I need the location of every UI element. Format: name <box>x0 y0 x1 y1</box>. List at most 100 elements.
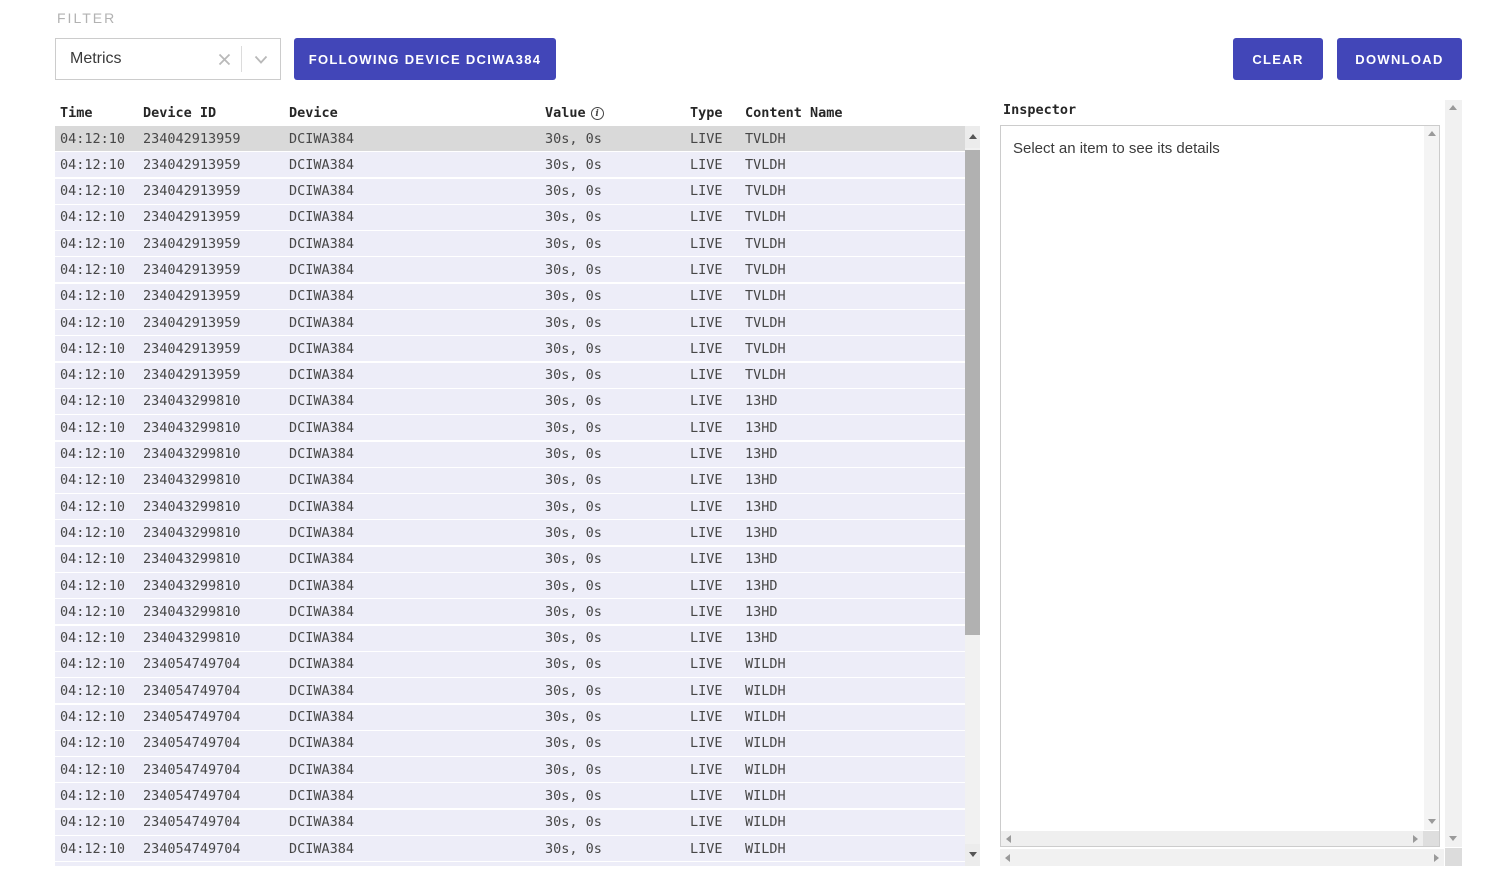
cell-device-id: 234042913959 <box>143 183 289 199</box>
cell-device-id: 234043299810 <box>143 630 289 646</box>
table-row[interactable]: 04:12:10234054749704DCIWA38430s, 0sLIVEW… <box>55 731 965 756</box>
table-body: 04:12:10234042913959DCIWA38430s, 0sLIVET… <box>55 126 965 866</box>
scroll-down-button[interactable] <box>1445 831 1460 847</box>
table-row[interactable]: 04:12:10234043299810DCIWA38430s, 0sLIVE1… <box>55 520 965 545</box>
cell-device-id: 234043299810 <box>143 525 289 541</box>
scroll-left-button[interactable] <box>1001 831 1017 846</box>
table-row[interactable]: 04:12:10234042913959DCIWA38430s, 0sLIVET… <box>55 284 965 309</box>
cell-device-id: 234043299810 <box>143 499 289 515</box>
scroll-down-button[interactable] <box>965 844 980 866</box>
scrollbar-thumb[interactable] <box>965 150 980 635</box>
following-device-button[interactable]: FOLLOWING DEVICE DCIWA384 <box>294 38 556 80</box>
cell-time: 04:12:10 <box>60 788 143 804</box>
table-row[interactable]: 04:12:10234042913959DCIWA38430s, 0sLIVET… <box>55 152 965 177</box>
table-row[interactable]: 04:12:10234042913959DCIWA38430s, 0sLIVET… <box>55 126 965 151</box>
table-row[interactable]: 04:12:10234054749704DCIWA38430s, 0sLIVEW… <box>55 757 965 782</box>
cell-device-id: 234054749704 <box>143 709 289 725</box>
cell-time: 04:12:10 <box>60 525 143 541</box>
inspector-horizontal-scrollbar[interactable] <box>1001 831 1423 846</box>
table-row[interactable]: 04:12:10234043299810DCIWA38430s, 0sLIVE1… <box>55 468 965 493</box>
cell-device: DCIWA384 <box>289 499 545 515</box>
table-row[interactable]: 04:12:10234054749704DCIWA38430s, 0sLIVEW… <box>55 678 965 703</box>
scroll-up-button[interactable] <box>1445 100 1460 116</box>
cell-value: 30s, 0s <box>545 656 690 672</box>
cell-device-id: 234043299810 <box>143 551 289 567</box>
scroll-right-button[interactable] <box>1428 849 1444 864</box>
cell-time: 04:12:10 <box>60 735 143 751</box>
cell-value: 30s, 0s <box>545 762 690 778</box>
cell-device: DCIWA384 <box>289 341 545 357</box>
cell-type: LIVE <box>690 315 745 331</box>
table-row[interactable]: 04:12:10234042913959DCIWA38430s, 0sLIVET… <box>55 363 965 388</box>
cell-value: 30s, 0s <box>545 183 690 199</box>
table-row[interactable]: 04:12:10234043299810DCIWA38430s, 0sLIVE1… <box>55 494 965 519</box>
cell-time: 04:12:10 <box>60 656 143 672</box>
table-row[interactable]: 04:12:10234043299810DCIWA38430s, 0sLIVE1… <box>55 415 965 440</box>
inspector-vertical-scrollbar[interactable] <box>1424 126 1439 830</box>
info-icon[interactable]: i <box>591 107 604 120</box>
cell-content-name: WILDH <box>745 841 965 857</box>
cell-content-name: 13HD <box>745 420 965 436</box>
cell-device-id: 234054749704 <box>143 788 289 804</box>
table-row[interactable]: 04:12:10234042913959DCIWA38430s, 0sLIVET… <box>55 310 965 335</box>
table-row[interactable]: 04:12:10234042913959DCIWA38430s, 0sLIVET… <box>55 336 965 361</box>
clear-button[interactable]: CLEAR <box>1233 38 1323 80</box>
cell-value: 30s, 0s <box>545 551 690 567</box>
cell-device-id: 234042913959 <box>143 288 289 304</box>
cell-type: LIVE <box>690 367 745 383</box>
table-row[interactable]: 04:12:10234054749704DCIWA38430s, 0sLIVEW… <box>55 862 965 866</box>
table-row[interactable]: 04:12:10234054749704DCIWA38430s, 0sLIVEW… <box>55 836 965 861</box>
cell-time: 04:12:10 <box>60 472 143 488</box>
cell-time: 04:12:10 <box>60 420 143 436</box>
page-vertical-scrollbar[interactable] <box>1445 100 1462 847</box>
table-row[interactable]: 04:12:10234054749704DCIWA38430s, 0sLIVEW… <box>55 652 965 677</box>
table-row[interactable]: 04:12:10234054749704DCIWA38430s, 0sLIVEW… <box>55 705 965 730</box>
cell-content-name: TVLDH <box>745 262 965 278</box>
metrics-select[interactable]: Metrics <box>55 38 281 80</box>
table-row[interactable]: 04:12:10234043299810DCIWA38430s, 0sLIVE1… <box>55 547 965 572</box>
clear-selection-icon[interactable] <box>207 53 241 66</box>
table-row[interactable]: 04:12:10234042913959DCIWA38430s, 0sLIVET… <box>55 231 965 256</box>
table-row[interactable]: 04:12:10234054749704DCIWA38430s, 0sLIVEW… <box>55 810 965 835</box>
cell-type: LIVE <box>690 341 745 357</box>
table-row[interactable]: 04:12:10234043299810DCIWA38430s, 0sLIVE1… <box>55 626 965 651</box>
cell-time: 04:12:10 <box>60 288 143 304</box>
cell-device: DCIWA384 <box>289 315 545 331</box>
cell-value: 30s, 0s <box>545 788 690 804</box>
inspector-panel: Select an item to see its details <box>1000 125 1440 847</box>
cell-type: LIVE <box>690 393 745 409</box>
cell-type: LIVE <box>690 683 745 699</box>
column-header-type: Type <box>690 105 745 121</box>
download-button[interactable]: DOWNLOAD <box>1337 38 1462 80</box>
cell-content-name: TVLDH <box>745 288 965 304</box>
scroll-down-button[interactable] <box>1424 814 1439 830</box>
cell-device-id: 234042913959 <box>143 209 289 225</box>
table-vertical-scrollbar[interactable] <box>965 126 980 866</box>
table-row[interactable]: 04:12:10234043299810DCIWA38430s, 0sLIVE1… <box>55 573 965 598</box>
table-row[interactable]: 04:12:10234042913959DCIWA38430s, 0sLIVET… <box>55 257 965 282</box>
chevron-down-icon[interactable] <box>242 55 280 64</box>
scroll-up-button[interactable] <box>1424 126 1439 142</box>
cell-value: 30s, 0s <box>545 525 690 541</box>
cell-value: 30s, 0s <box>545 472 690 488</box>
table-row[interactable]: 04:12:10234042913959DCIWA38430s, 0sLIVET… <box>55 205 965 230</box>
cell-device: DCIWA384 <box>289 578 545 594</box>
page-horizontal-scrollbar[interactable] <box>1000 849 1444 866</box>
scroll-up-button[interactable] <box>965 126 980 148</box>
cell-type: LIVE <box>690 236 745 252</box>
cell-content-name: WILDH <box>745 656 965 672</box>
table-row[interactable]: 04:12:10234042913959DCIWA38430s, 0sLIVET… <box>55 179 965 204</box>
cell-value: 30s, 0s <box>545 683 690 699</box>
cell-value: 30s, 0s <box>545 288 690 304</box>
scroll-right-button[interactable] <box>1407 831 1423 846</box>
inspector-placeholder-text: Select an item to see its details <box>1001 126 1439 171</box>
cell-device: DCIWA384 <box>289 814 545 830</box>
table-row[interactable]: 04:12:10234043299810DCIWA38430s, 0sLIVE1… <box>55 442 965 467</box>
scroll-left-button[interactable] <box>1000 849 1016 864</box>
cell-value: 30s, 0s <box>545 841 690 857</box>
table-row[interactable]: 04:12:10234043299810DCIWA38430s, 0sLIVE1… <box>55 389 965 414</box>
cell-device: DCIWA384 <box>289 262 545 278</box>
table-row[interactable]: 04:12:10234054749704DCIWA38430s, 0sLIVEW… <box>55 783 965 808</box>
cell-time: 04:12:10 <box>60 341 143 357</box>
table-row[interactable]: 04:12:10234043299810DCIWA38430s, 0sLIVE1… <box>55 599 965 624</box>
